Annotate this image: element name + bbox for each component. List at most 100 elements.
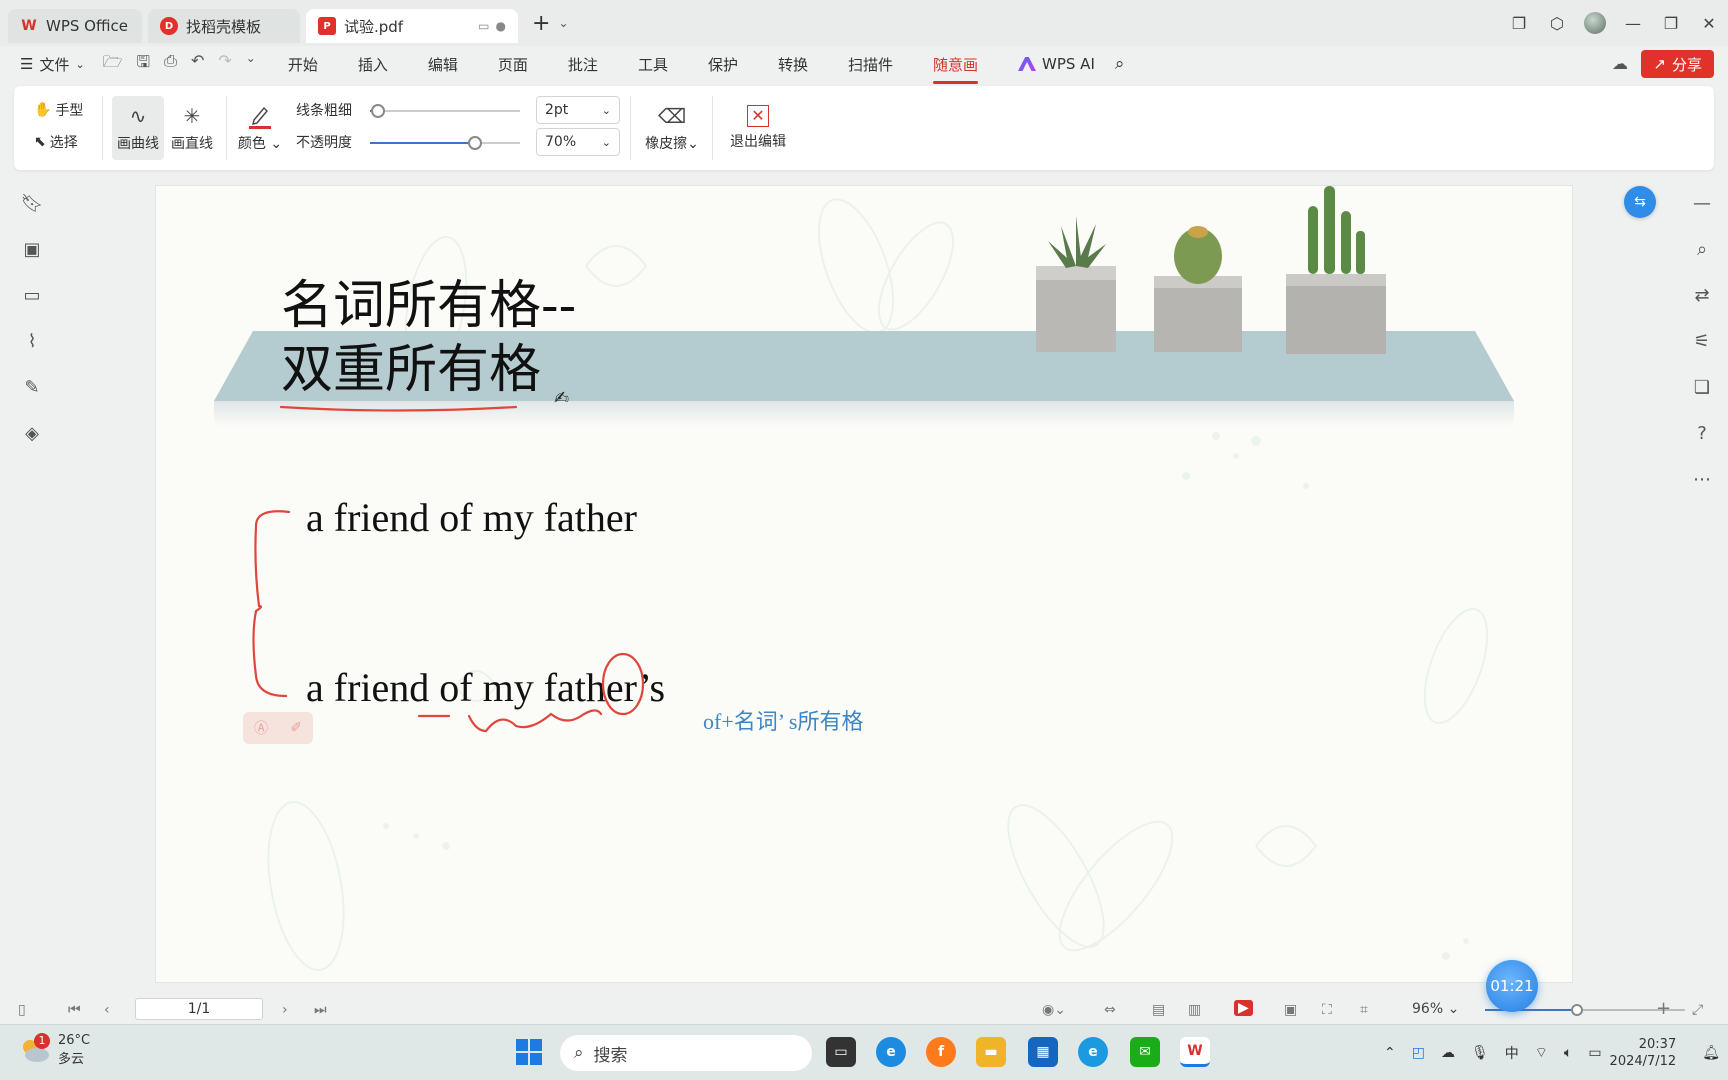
prev-page-icon[interactable]: ‹ [104,1002,110,1018]
microphone-icon[interactable]: 🎙︎ [1471,1045,1489,1061]
slider-knob[interactable] [1571,1004,1583,1016]
read-mode-icon[interactable]: ❏ [1676,364,1728,410]
select-tool-button[interactable]: ⬉ 选择 [34,132,78,152]
security-icon[interactable]: ◰ [1412,1045,1425,1061]
bookmark-icon[interactable]: 🔖︎ [0,180,64,226]
page-number-input[interactable]: 1/1 [135,998,263,1020]
battery-icon[interactable]: ▭ [1588,1045,1601,1061]
collapse-icon[interactable]: — [1676,180,1728,226]
ie-browser-icon[interactable]: e [1078,1037,1108,1067]
first-page-icon[interactable]: ⏮ [68,1002,81,1018]
restore-windows-icon[interactable]: ❐ [1500,14,1538,33]
file-explorer-icon[interactable]: ▬ [976,1037,1006,1067]
eye-protect-icon[interactable]: ◉⌄ [1042,1002,1066,1018]
sidebar-toggle-icon[interactable]: ▯ [18,1002,26,1018]
chevron-down-icon[interactable]: ⌄ [246,51,256,78]
close-button[interactable]: ✕ [1690,14,1728,33]
share-button[interactable]: ↗ 分享 [1641,50,1714,78]
taskbar-search[interactable]: ⌕ 搜索 [560,1035,812,1071]
two-page-icon[interactable]: ▥ [1188,1002,1201,1018]
crop-icon[interactable]: ⌗ [1360,1002,1368,1018]
tab-protect[interactable]: 保护 [708,50,738,79]
minimize-button[interactable]: — [1614,14,1652,33]
tab-unsaved-dot-icon[interactable]: ● [496,19,506,33]
slider-knob[interactable] [370,104,385,118]
single-page-icon[interactable]: ▤ [1152,1002,1165,1018]
wps-taskbar-icon[interactable]: W [1180,1037,1210,1067]
play-slideshow-icon[interactable]: ▶ [1234,1000,1253,1016]
thumbnail-icon[interactable]: ▣ [0,226,64,272]
wps-ai-button[interactable]: WPS AI [1018,50,1095,79]
tab-start[interactable]: 开始 [288,50,318,79]
zoom-level[interactable]: 96% ⌄ [1412,1001,1459,1017]
maximize-button[interactable]: ❐ [1652,14,1690,33]
clock[interactable]: 20:37 2024/7/12 [1610,1036,1677,1070]
last-page-icon[interactable]: ⏭ [314,1002,327,1018]
new-tab-button[interactable]: + [532,11,550,36]
draw-curve-button[interactable]: ∿ 画曲线 [112,96,164,160]
tab-wps-office[interactable]: W WPS Office [8,9,142,43]
cloud-sync-icon[interactable]: ☁ [1612,54,1628,73]
store-icon[interactable]: ▦ [1028,1037,1058,1067]
translate-badge-icon[interactable]: ⇆ [1624,186,1656,218]
file-menu[interactable]: ☰ 文件 ⌄ [20,54,85,75]
comment-icon[interactable]: ▭ [0,272,64,318]
wifi-icon[interactable]: ⌔ [1535,1044,1548,1062]
slider-knob[interactable] [468,136,482,150]
eraser-button[interactable]: ⌫ 橡皮擦⌄ [640,96,704,160]
tab-pdf[interactable]: P 试验.pdf ▭ ● [306,9,518,43]
signature-icon[interactable]: ✎ [0,364,64,410]
tab-tools[interactable]: 工具 [638,50,668,79]
magic-pen-icon[interactable]: ✐ [290,720,302,736]
tab-insert[interactable]: 插入 [358,50,388,79]
opacity-slider[interactable] [370,136,520,150]
reading-mode-icon[interactable]: ▣ [1284,1002,1297,1018]
windows-start-icon[interactable] [514,1037,544,1067]
ai-recognize-icon[interactable]: Ⓐ [254,718,268,738]
save-icon[interactable]: 🖫 [137,51,151,78]
onedrive-icon[interactable]: ☁ [1441,1045,1455,1061]
tab-edit[interactable]: 编辑 [428,50,458,79]
zoom-in-icon[interactable]: + [1656,998,1671,1019]
tab-window-icon[interactable]: ▭ [478,19,489,33]
print-icon[interactable]: ⎙ [164,51,177,78]
tab-comment[interactable]: 批注 [568,50,598,79]
ime-indicator[interactable]: 中 [1505,1043,1519,1063]
redo-icon[interactable]: ↷ [218,51,231,78]
weather-widget[interactable]: 1 26°C 多云 [20,1033,90,1067]
recording-timer[interactable]: 01:21 [1486,960,1538,1012]
tab-freehand-draw[interactable]: 随意画 [933,50,979,84]
fit-page-icon[interactable]: ⛶ [1322,1002,1332,1018]
exit-edit-button[interactable]: ✕ 退出编辑 [722,96,794,160]
attachment-icon[interactable]: ⌇ [0,318,64,364]
volume-icon[interactable]: 🔈︎ [1564,1045,1572,1061]
tab-page[interactable]: 页面 [498,50,528,79]
tab-docer[interactable]: D 找稻壳模板 [148,9,300,43]
edge-browser-icon[interactable]: e [876,1037,906,1067]
fullscreen-icon[interactable]: ⤢ [1692,1002,1703,1018]
stroke-width-slider[interactable] [370,104,520,118]
search-icon[interactable]: ⌕ [1115,50,1125,79]
color-button[interactable]: 颜色 ⌄ [236,96,284,160]
cube-icon[interactable]: ⬡ [1538,14,1576,33]
translate-icon[interactable]: ⇄ [1676,272,1728,318]
layers-icon[interactable]: ◈ [0,410,64,456]
chevron-up-icon[interactable]: ⌃ [1384,1045,1396,1061]
next-page-icon[interactable]: › [282,1002,288,1018]
avatar[interactable] [1584,12,1606,34]
more-icon[interactable]: ⋯ [1676,456,1728,502]
wechat-icon[interactable]: ✉ [1130,1037,1160,1067]
task-view-icon[interactable]: ▭ [826,1037,856,1067]
opacity-select[interactable]: 70% ⌄ [536,128,620,156]
search-icon[interactable]: ⌕ [1676,226,1728,272]
firefox-icon[interactable]: f [926,1037,956,1067]
notification-bell-icon[interactable]: 🔔︎ [1702,1045,1720,1061]
open-folder-icon[interactable]: 🗁 [103,51,123,78]
help-icon[interactable]: ? [1676,410,1728,456]
pdf-page[interactable]: 名词所有格-- 双重所有格 a friend of my father a fr… [155,185,1573,983]
ink-mini-toolbar[interactable]: Ⓐ ✐ [243,712,313,744]
settings-sliders-icon[interactable]: ⚟ [1676,318,1728,364]
draw-line-button[interactable]: ✳ 画直线 [166,96,218,160]
hand-tool-button[interactable]: ✋ 手型 [34,100,83,120]
undo-icon[interactable]: ↶ [191,51,204,78]
